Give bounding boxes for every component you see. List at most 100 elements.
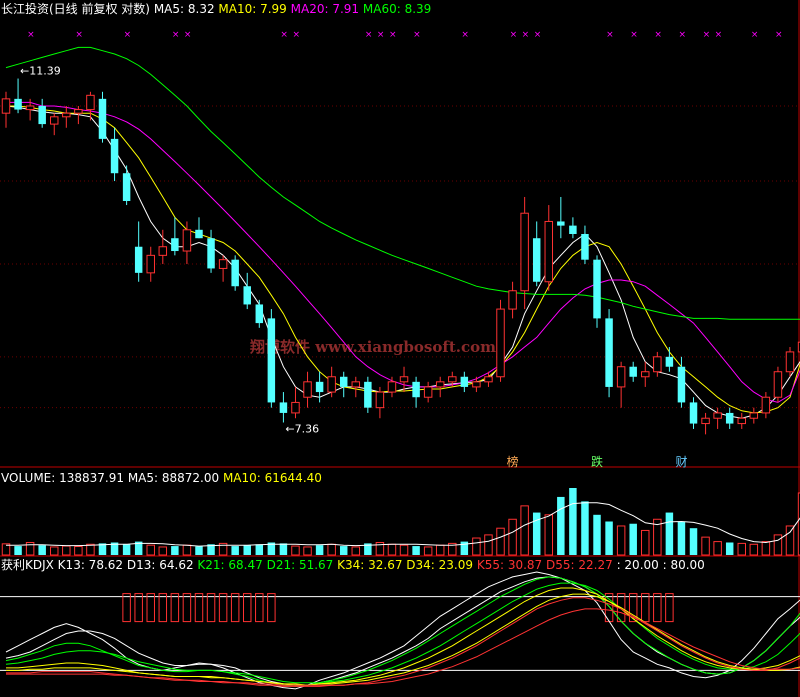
top-signal-mark: × xyxy=(522,30,530,40)
volume-legend-text: VOLUME: 138837.91 MA5: 88872.00 MA10: 61… xyxy=(1,471,322,485)
moving-average-lines xyxy=(5,46,800,419)
volume-bar-down xyxy=(171,546,179,555)
candle-body-up xyxy=(182,229,192,252)
candle-body-up xyxy=(1,98,11,114)
volume-bar-down xyxy=(38,545,46,555)
volume-bar-up xyxy=(508,518,517,556)
candle-body-up xyxy=(303,381,312,398)
volume-bar-up xyxy=(50,546,59,556)
volume-bar-down xyxy=(677,521,686,555)
candle-body-up xyxy=(74,109,83,114)
ma-line-ma20 xyxy=(6,101,800,403)
candle-body-up xyxy=(399,376,409,383)
candle-body-up xyxy=(423,386,433,398)
volume-bar-up xyxy=(641,529,650,556)
volume-bar-down xyxy=(412,546,420,555)
candle-body-down xyxy=(364,381,372,408)
candle-body-down xyxy=(665,356,674,367)
kdj-line-d34 xyxy=(6,593,800,686)
candle-body-up xyxy=(387,381,397,393)
candle-body-down xyxy=(110,138,119,174)
top-signal-marks: × × × × × × × × × × × × × × × × × × × × × × × xyxy=(27,30,782,40)
kdj-signal-bar xyxy=(182,593,192,623)
kdj-signal-bar xyxy=(146,593,155,623)
top-signal-mark: × xyxy=(365,30,373,40)
volume-bar-up xyxy=(701,536,710,556)
candle-body-down xyxy=(243,286,251,305)
candle-body-up xyxy=(773,371,783,398)
price-legend-text-item: MA60: 8.39 xyxy=(359,2,431,16)
top-signal-mark: × xyxy=(775,30,783,40)
volume-bar-down xyxy=(339,546,348,555)
top-signal-mark: × xyxy=(413,30,421,40)
chart-canvas[interactable]: 翔博软件 www.xiangbosoft.com × × × × × × × × × × × × × × ×… xyxy=(0,0,800,697)
candle-body-up xyxy=(616,366,626,388)
candle-body-down xyxy=(460,376,469,387)
candle-body-up xyxy=(327,376,336,393)
volume-bar-up xyxy=(423,546,433,556)
top-signal-mark: × xyxy=(27,30,35,40)
volume-bar-down xyxy=(557,496,565,555)
top-signal-mark: × xyxy=(292,30,300,40)
kdj-legend-text-item: D55: 22.27 xyxy=(542,558,613,572)
volume-bar-up xyxy=(761,541,771,556)
candle-body-down xyxy=(593,259,601,319)
price-legend-text-item: MA5: 8.32 xyxy=(150,2,215,16)
top-signal-mark: × xyxy=(124,30,132,40)
top-signal-mark: × xyxy=(630,30,638,40)
volume-bar-down xyxy=(593,514,601,555)
candle-body-up xyxy=(448,376,457,383)
kdj-legend-text: 获利KDJX K13: 78.62 D13: 64.62 K21: 68.47 … xyxy=(1,558,705,572)
candle-body-down xyxy=(134,246,143,273)
candle-body-up xyxy=(86,94,95,111)
candle-body-up xyxy=(218,259,228,269)
volume-bar-down xyxy=(195,546,203,555)
top-signal-mark: × xyxy=(751,30,759,40)
candle-body-down xyxy=(315,381,324,393)
top-signal-mark: × xyxy=(461,30,469,40)
price-legend-text: 长江投资(日线 前复权 对数) MA5: 8.32 MA10: 7.99 MA2… xyxy=(1,1,431,16)
volume-bar-down xyxy=(255,544,264,555)
candle-body-down xyxy=(725,412,734,424)
candle-body-up xyxy=(291,401,300,414)
candle-body-down xyxy=(195,229,203,239)
event-marker: 跌 xyxy=(591,454,603,469)
event-marker: 财 xyxy=(675,455,687,469)
top-signal-mark: × xyxy=(606,30,614,40)
volume-bar-up xyxy=(303,546,312,556)
price-label: ←11.39 xyxy=(20,65,61,78)
kdj-signal-bar xyxy=(653,593,662,623)
candle-body-down xyxy=(569,225,577,234)
price-legend: 长江投资(日线 前复权 对数) MA5: 8.32 MA10: 7.99 MA2… xyxy=(1,1,431,16)
volume-bar-up xyxy=(86,543,95,556)
candle-body-up xyxy=(749,412,759,419)
volume-bar-down xyxy=(725,542,734,555)
volume-bar-up xyxy=(387,543,397,556)
kdj-legend-text-item: K21: 68.47 xyxy=(194,558,263,572)
volume-bar-up xyxy=(737,542,746,556)
volume-legend: VOLUME: 138837.91 MA5: 88872.00 MA10: 61… xyxy=(1,471,322,485)
kdj-line-d55 xyxy=(6,608,800,686)
candle-body-up xyxy=(701,417,710,425)
candle-body-down xyxy=(231,259,239,287)
candle-body-up xyxy=(544,220,554,283)
price-legend-text-item: MA10: 7.99 xyxy=(215,2,287,16)
candle-body-down xyxy=(267,318,276,403)
candle-body-down xyxy=(629,366,637,377)
volume-bar-down xyxy=(581,501,589,555)
candle-body-down xyxy=(38,105,46,125)
kdj-legend-text-item: : 80.00 xyxy=(659,558,705,572)
volume-bar-up xyxy=(74,546,83,556)
candle-body-up xyxy=(713,412,722,419)
top-signal-mark: × xyxy=(377,30,385,40)
volume-bar-down xyxy=(689,528,698,555)
candle-body-down xyxy=(557,221,565,226)
candlesticks xyxy=(1,78,800,435)
candle-body-up xyxy=(25,105,35,111)
kdj-signal-bar xyxy=(255,593,264,623)
top-signal-mark: × xyxy=(510,30,518,40)
candle-body-up xyxy=(50,116,59,125)
volume-bar-up xyxy=(158,546,168,556)
volume-bar-up xyxy=(520,505,529,556)
candle-body-down xyxy=(532,238,541,282)
